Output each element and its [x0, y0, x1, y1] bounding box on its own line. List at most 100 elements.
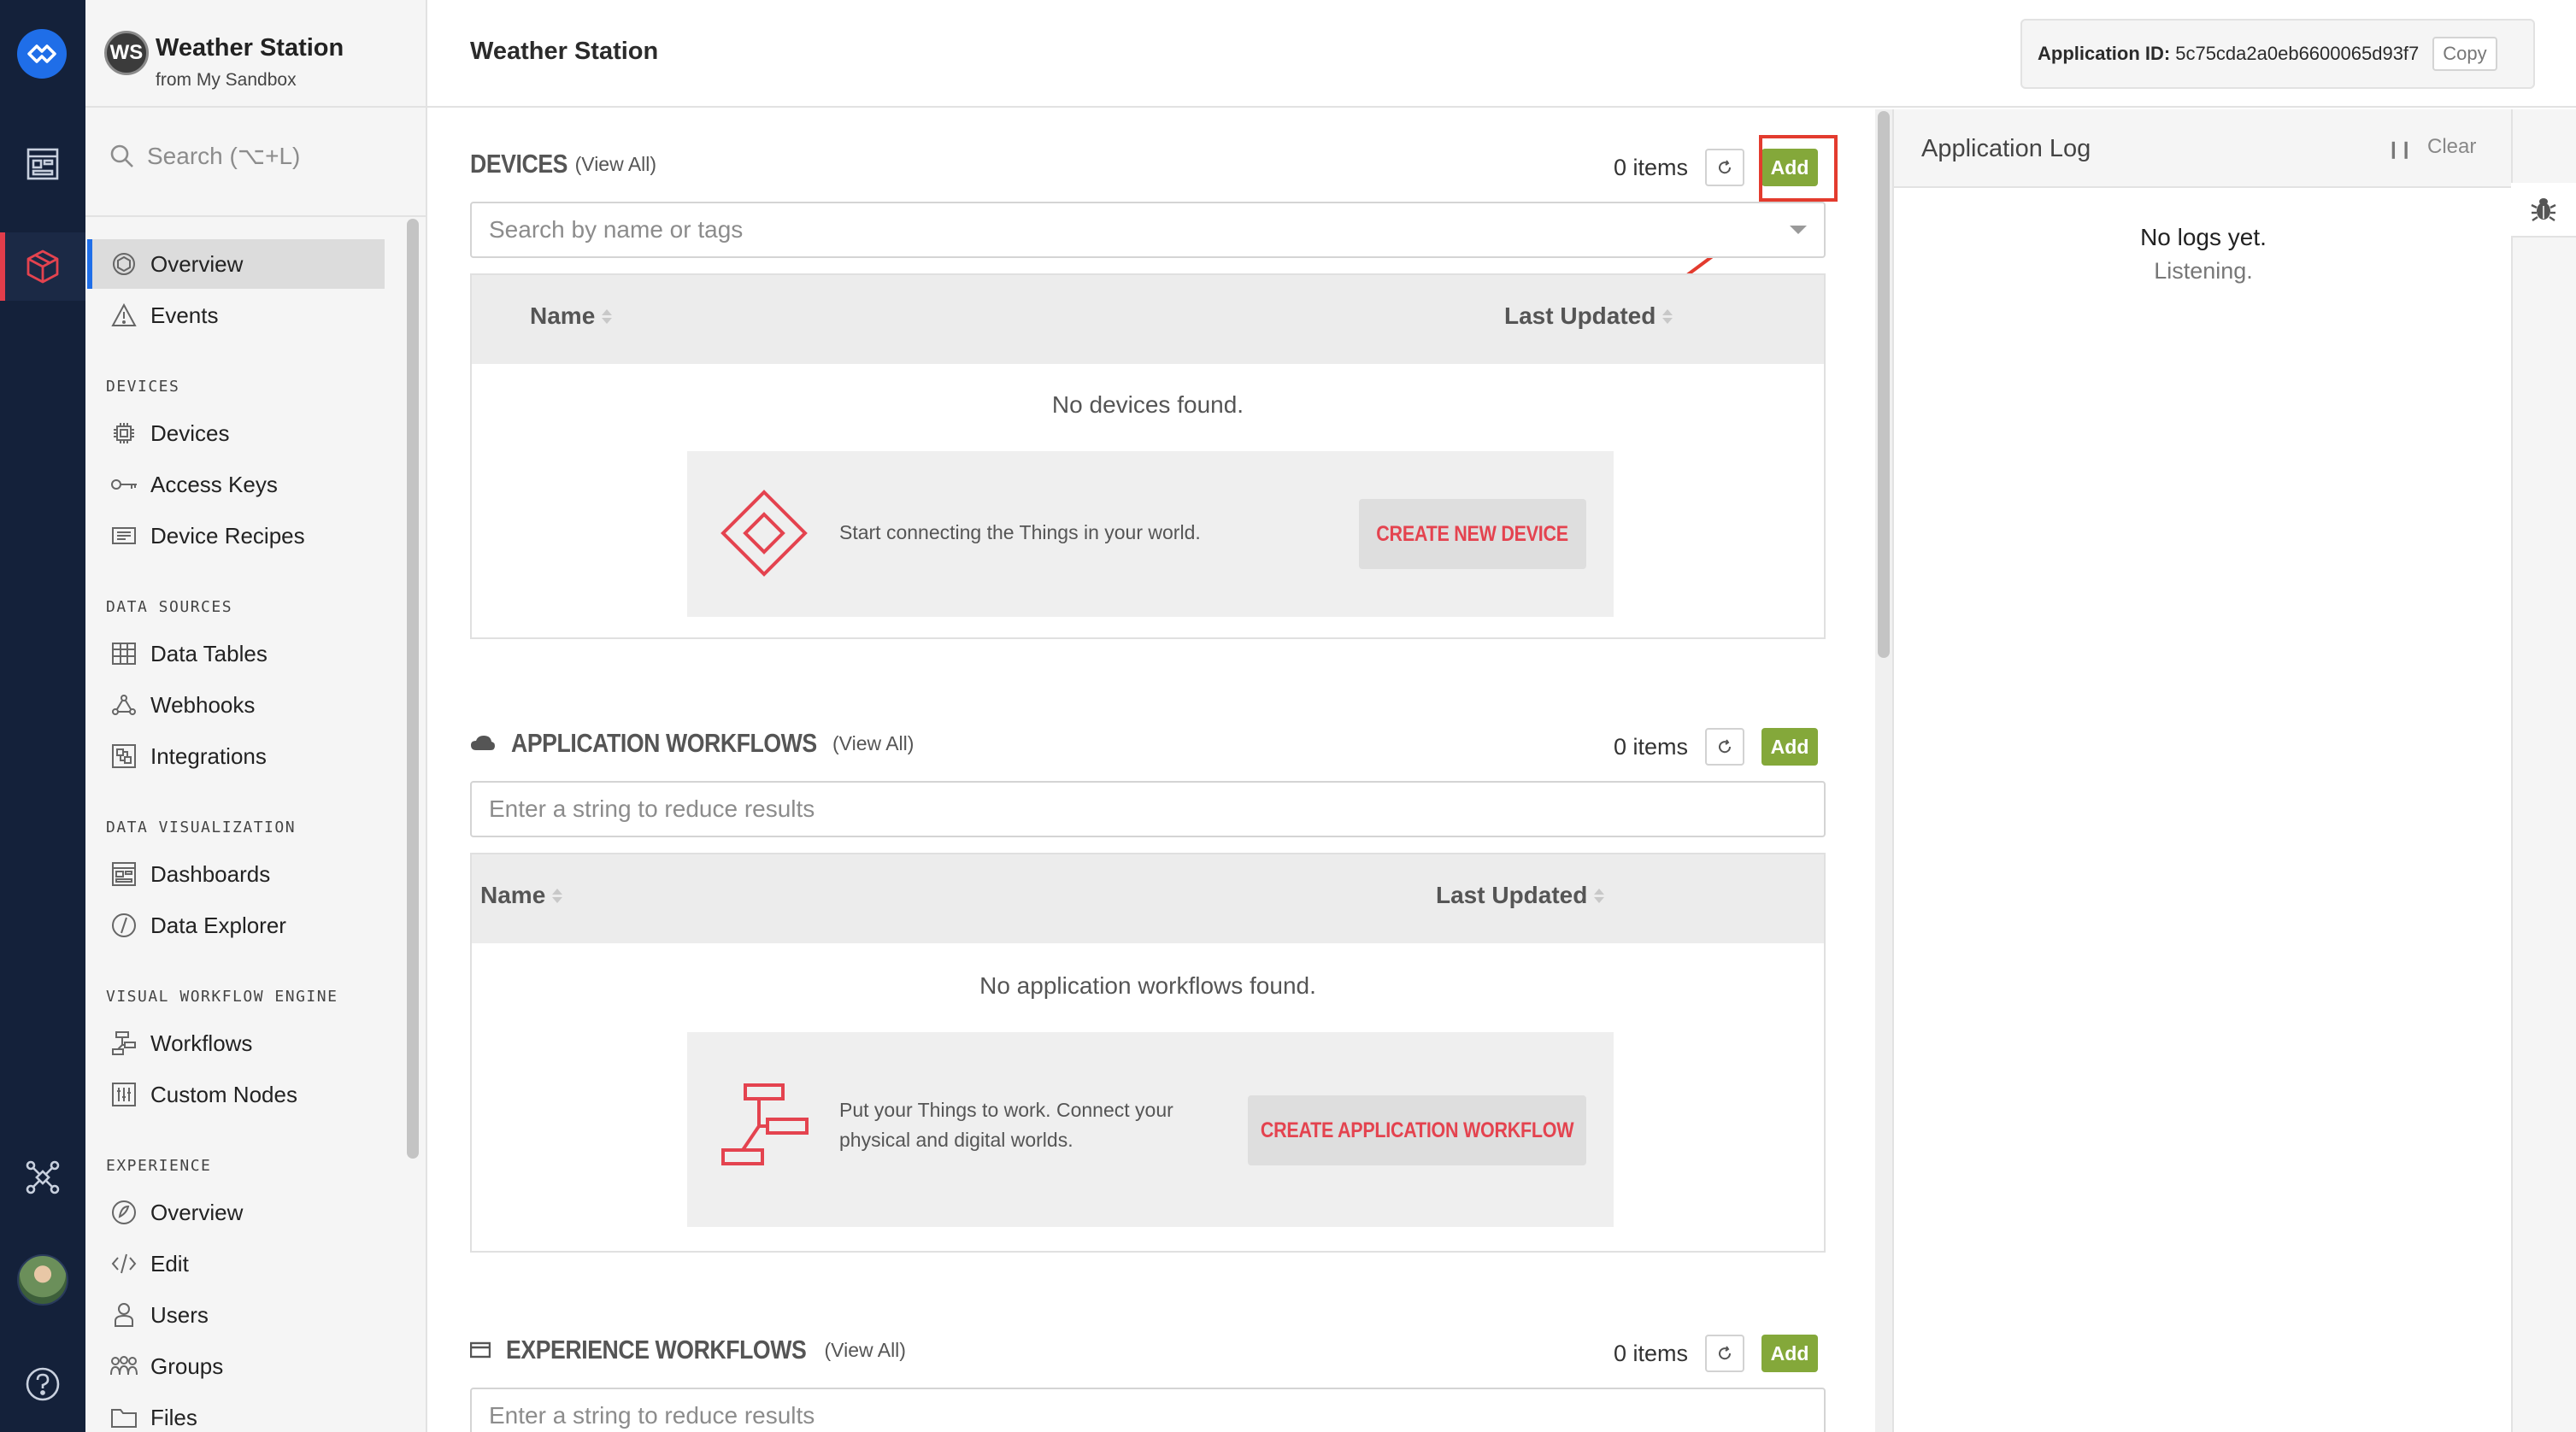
code-icon — [109, 1249, 138, 1278]
nav-section-visual-workflow-engine: VISUAL WORKFLOW ENGINE — [106, 988, 338, 1006]
user-icon — [109, 1300, 138, 1329]
pause-icon[interactable]: ❙❙ — [2386, 138, 2413, 160]
add-button-highlight-box — [1759, 135, 1838, 202]
app-workflows-refresh-button[interactable] — [1705, 728, 1745, 766]
nav-section-devices: DEVICES — [106, 378, 180, 396]
nav-item-label: Device Recipes — [150, 522, 305, 549]
group-icon — [109, 1352, 138, 1381]
app-workflows-view-all-link[interactable]: (View All) — [832, 732, 914, 755]
nav-item-label: Webhooks — [150, 691, 256, 718]
devices-title: DEVICES — [470, 149, 568, 179]
app-workflows-add-button[interactable]: Add — [1761, 728, 1819, 766]
app-workflows-col-last-updated[interactable]: Last Updated — [1436, 882, 1605, 909]
key-icon — [109, 470, 138, 499]
exp-workflows-search-input[interactable]: Enter a string to reduce results — [470, 1388, 1826, 1432]
nav-search[interactable]: Search (⌥+L) — [109, 142, 300, 170]
exp-workflows-view-all-link[interactable]: (View All) — [825, 1339, 906, 1362]
nav-item-access-keys[interactable]: Access Keys — [87, 460, 385, 509]
hub-rail-icon[interactable] — [0, 1143, 85, 1212]
top-bar: Weather Station Application ID: 5c75cda2… — [427, 0, 2576, 108]
create-application-workflow-button[interactable]: CREATE APPLICATION WORKFLOW — [1248, 1095, 1586, 1165]
devices-search-input[interactable]: Search by name or tags — [470, 202, 1826, 258]
devices-refresh-button[interactable] — [1705, 149, 1745, 186]
page-title: Weather Station — [470, 38, 659, 65]
main-content: DEVICES (View All) 0 items Add Search by… — [427, 109, 1875, 1432]
main-scrollbar[interactable] — [1875, 109, 1892, 1432]
refresh-icon — [1719, 739, 1732, 754]
exp-workflows-count: 0 items — [1614, 1340, 1689, 1366]
sort-icon — [602, 308, 613, 324]
dashboards-rail-icon[interactable] — [0, 130, 85, 198]
help-icon[interactable] — [0, 1350, 85, 1418]
bug-icon[interactable] — [2511, 183, 2576, 238]
refresh-icon — [1719, 160, 1732, 174]
chevron-down-icon[interactable] — [1790, 226, 1807, 234]
exp-workflows-search-placeholder: Enter a string to reduce results — [489, 1402, 815, 1429]
devices-section-header: DEVICES (View All) — [470, 149, 656, 179]
nav-item-label: Groups — [150, 1353, 224, 1379]
workflow-diagram-icon — [721, 1083, 809, 1165]
nav-item-integrations[interactable]: Integrations — [87, 731, 385, 781]
devices-view-all-link[interactable]: (View All) — [575, 153, 656, 176]
nav-item-workflows[interactable]: Workflows — [87, 1018, 385, 1068]
app-workflows-empty-message: No application workflows found. — [979, 972, 1316, 999]
nav-item-experience-overview[interactable]: Overview — [87, 1188, 385, 1237]
app-header[interactable]: WS Weather Station from My Sandbox — [85, 0, 426, 108]
device-diamond-icon — [720, 490, 808, 577]
nav-item-label: Edit — [150, 1250, 189, 1276]
devices-col-last-updated[interactable]: Last Updated — [1504, 302, 1673, 330]
app-name: Weather Station — [156, 34, 344, 62]
exp-workflows-add-button[interactable]: Add — [1761, 1335, 1819, 1372]
app-nav-sidebar: WS Weather Station from My Sandbox Searc… — [85, 0, 427, 1432]
warning-icon — [109, 301, 138, 330]
application-id-box: Application ID: 5c75cda2a0eb6600065d93f7… — [2020, 19, 2535, 89]
nav-item-label: Devices — [150, 420, 230, 446]
nav-item-device-recipes[interactable]: Device Recipes — [87, 511, 385, 560]
copy-button[interactable]: Copy — [2432, 37, 2497, 71]
devices-col-name[interactable]: Name — [530, 302, 613, 330]
nav-item-overview[interactable]: Overview — [87, 239, 385, 289]
app-workflows-cta-text: Put your Things to work. Connect your ph… — [839, 1099, 1173, 1151]
nav-item-label: Events — [150, 302, 219, 328]
dashboard-icon — [109, 860, 138, 889]
nav-item-custom-nodes[interactable]: Custom Nodes — [87, 1070, 385, 1119]
workflow-icon — [109, 1029, 138, 1058]
nav-item-data-tables[interactable]: Data Tables — [87, 629, 385, 678]
nav-item-events[interactable]: Events — [87, 291, 385, 340]
nav-scrollbar[interactable] — [407, 219, 419, 1159]
user-avatar[interactable] — [17, 1254, 68, 1306]
nav-item-label: Data Tables — [150, 640, 268, 666]
exp-workflows-refresh-button[interactable] — [1705, 1335, 1745, 1372]
app-workflows-actions: 0 items Add — [1614, 728, 1819, 766]
app-workflows-search-input[interactable]: Enter a string to reduce results — [470, 781, 1826, 837]
application-id-value: 5c75cda2a0eb6600065d93f7 — [2175, 43, 2420, 64]
nav-item-webhooks[interactable]: Webhooks — [87, 680, 385, 730]
app-workflows-count: 0 items — [1614, 733, 1689, 760]
nav-item-label: Dashboards — [150, 860, 271, 887]
chip-icon — [109, 419, 138, 448]
app-workflows-col-name[interactable]: Name — [480, 882, 563, 909]
nav-section-experience: EXPERIENCE — [106, 1157, 212, 1175]
nav-item-data-explorer[interactable]: Data Explorer — [87, 901, 385, 950]
applications-rail-icon[interactable] — [0, 232, 85, 301]
nav-section-data-sources: DATA SOURCES — [106, 598, 233, 616]
experience-icon — [109, 1198, 138, 1227]
nav-item-dashboards[interactable]: Dashboards — [87, 849, 385, 899]
nav-item-label: Integrations — [150, 742, 267, 769]
clear-log-button[interactable]: Clear — [2427, 135, 2476, 159]
nav-item-groups[interactable]: Groups — [87, 1341, 385, 1391]
nav-item-users[interactable]: Users — [87, 1290, 385, 1340]
devices-table: Name Last Updated No devices found. Star… — [470, 273, 1826, 639]
nav-item-edit[interactable]: Edit — [87, 1239, 385, 1288]
nav-item-files[interactable]: Files — [87, 1393, 385, 1432]
application-log-panel: Application Log ❙❙ Clear No logs yet. Li… — [1892, 109, 2513, 1432]
app-workflows-title: APPLICATION WORKFLOWS — [511, 728, 817, 758]
application-id-label: Application ID: — [2038, 43, 2171, 64]
nav-item-label: Users — [150, 1301, 209, 1328]
nav-item-devices[interactable]: Devices — [87, 408, 385, 458]
folder-icon — [109, 1403, 138, 1432]
nav-item-label: Data Explorer — [150, 912, 286, 938]
losant-logo-icon[interactable] — [17, 29, 67, 79]
create-new-device-button[interactable]: CREATE NEW DEVICE — [1359, 499, 1586, 569]
compass-icon — [109, 911, 138, 940]
